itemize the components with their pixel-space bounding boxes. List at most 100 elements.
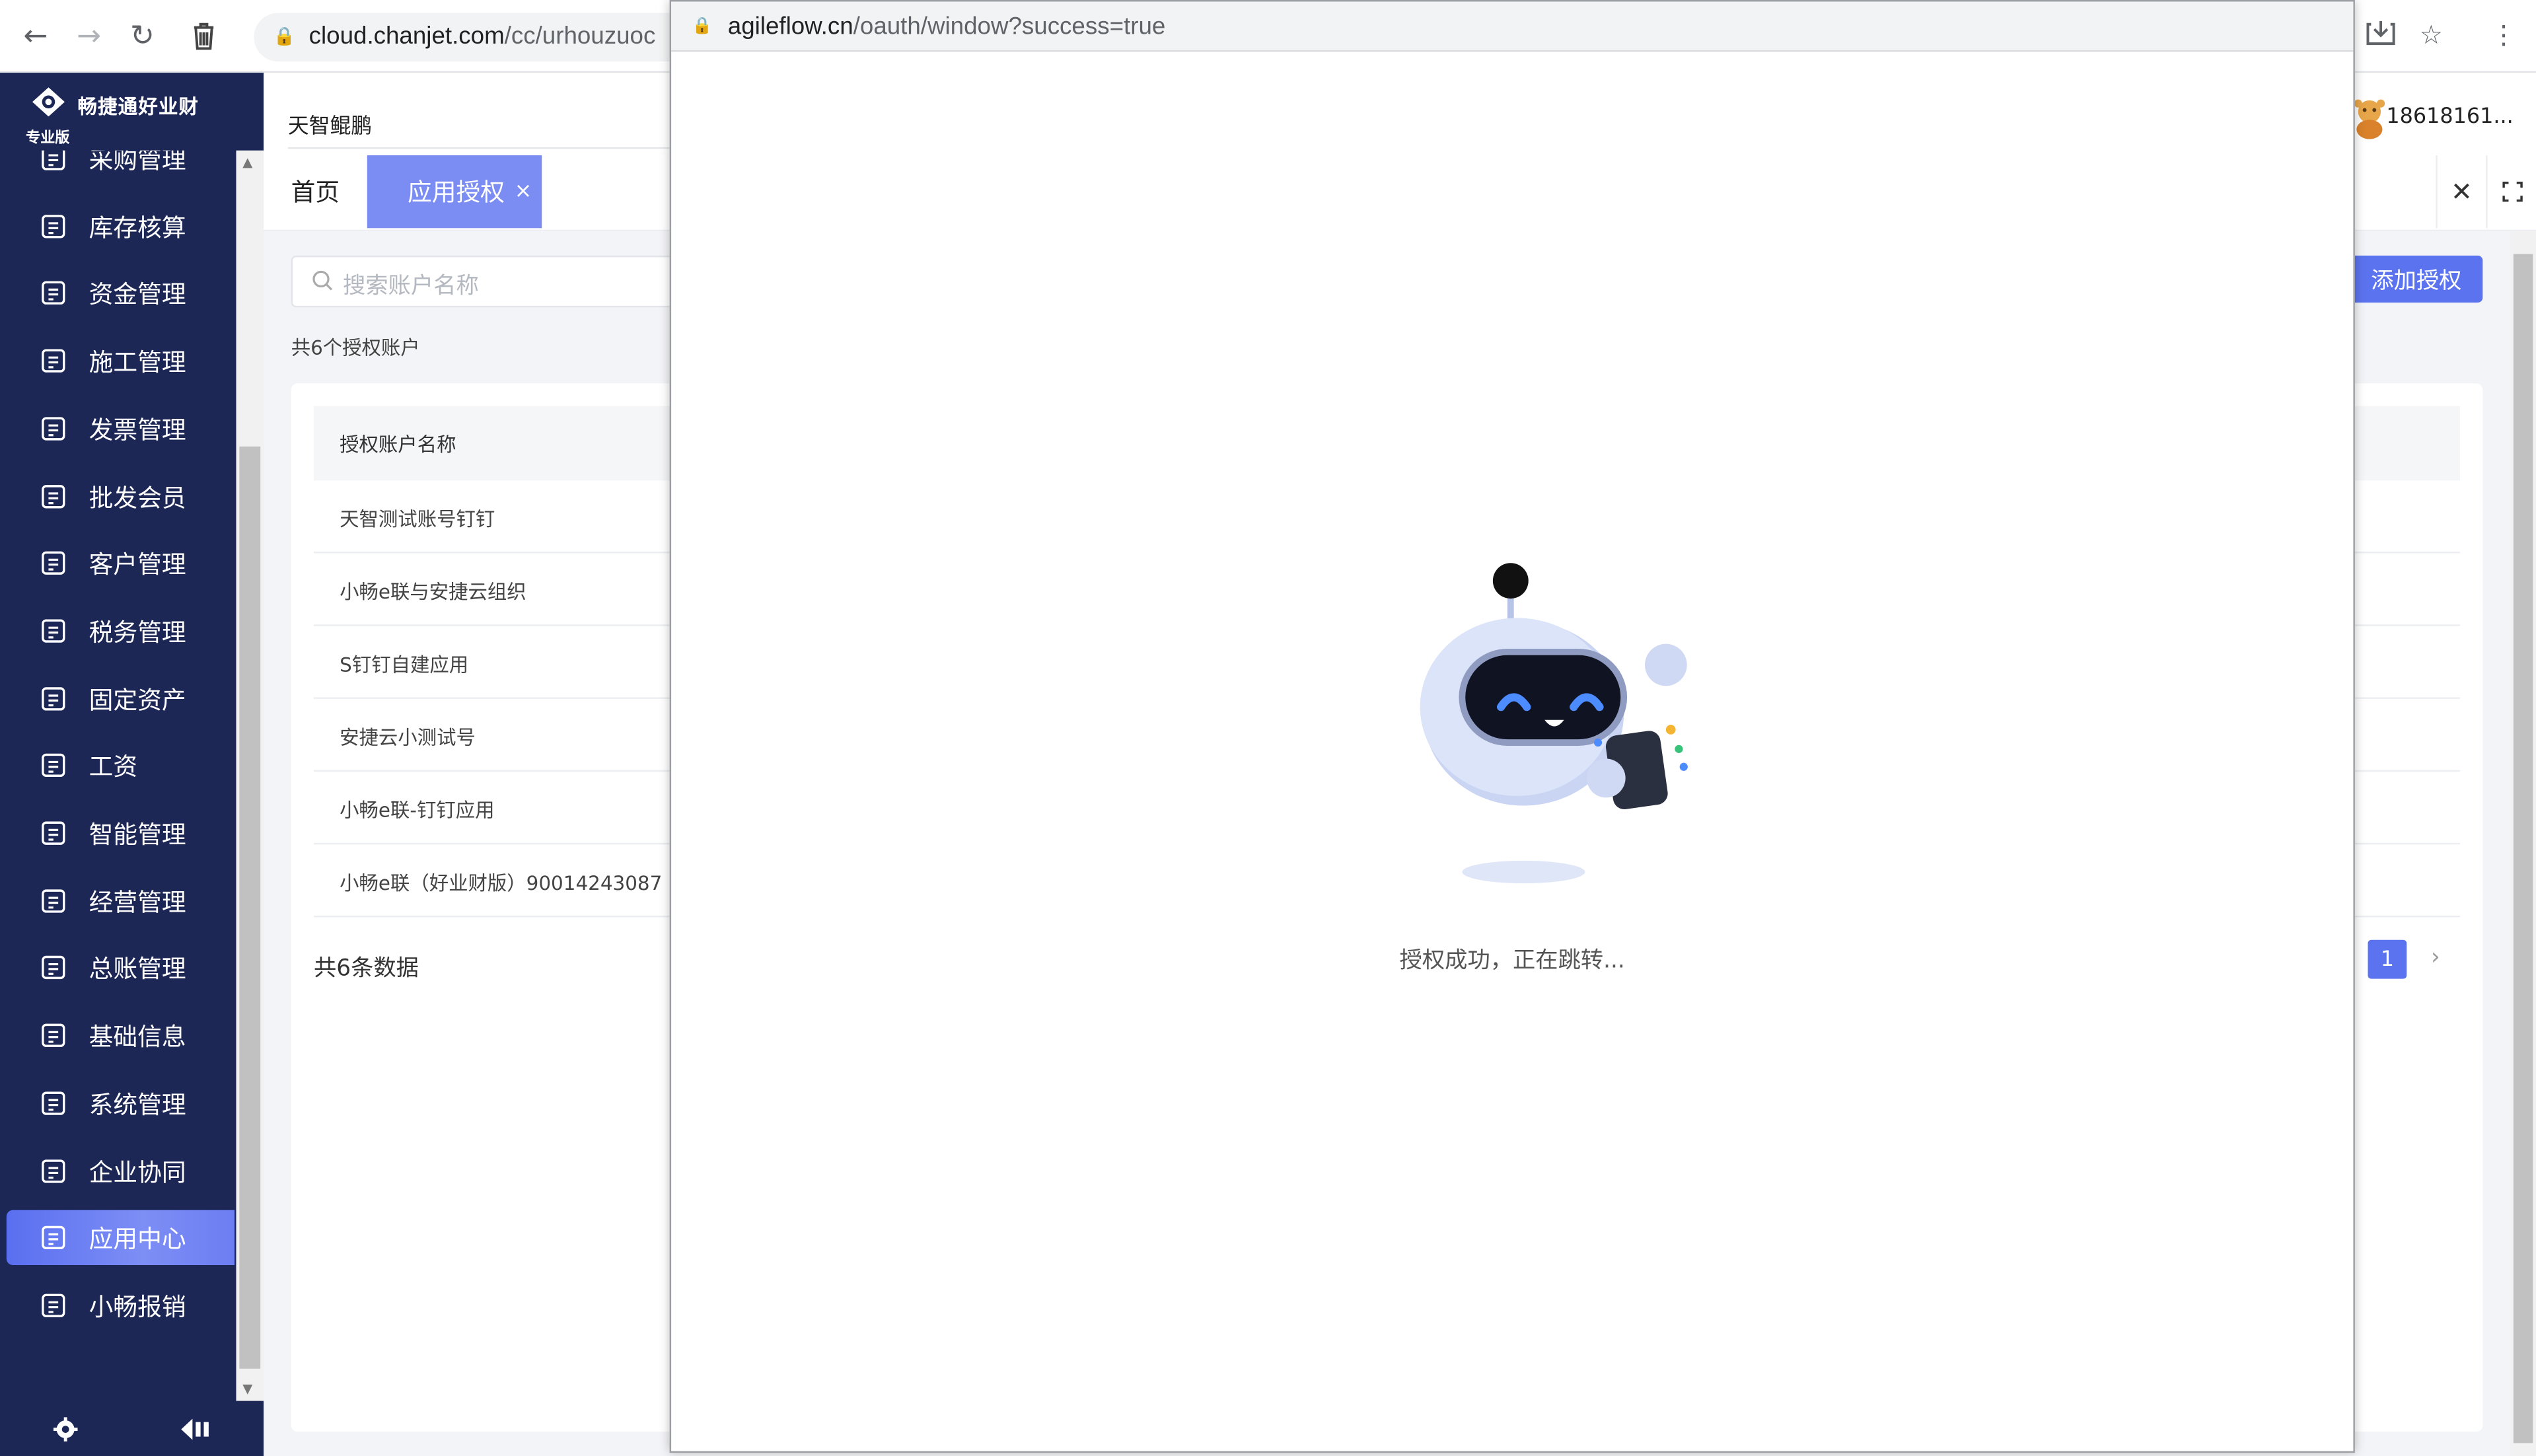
sidebar-item-clipboard[interactable]: 经营管理 <box>7 873 235 928</box>
brand: 畅捷通好业财 专业版 <box>0 73 264 151</box>
close-all-tabs-icon[interactable]: ✕ <box>2436 155 2486 229</box>
collapse-sidebar-icon[interactable] <box>181 1418 213 1440</box>
sidebar-item-label: 经营管理 <box>89 887 186 917</box>
bookmark-star-icon[interactable]: ☆ <box>2420 19 2443 50</box>
redirect-message: 授权成功，正在跳转... <box>1399 948 1625 974</box>
settings-gear-icon[interactable] <box>53 1417 78 1441</box>
page-scrollbar[interactable] <box>2510 231 2536 1456</box>
lock-icon: 🔒 <box>692 17 713 36</box>
user-avatar[interactable] <box>2352 97 2387 139</box>
lock-icon: 🔒 <box>273 26 296 48</box>
sidebar-item-salary[interactable]: 工资 <box>7 738 235 793</box>
tax-icon <box>42 619 65 643</box>
forward-icon[interactable]: → <box>71 18 107 54</box>
tab-app-authorization[interactable]: 应用授权 × <box>367 155 542 229</box>
sidebar-scroll-thumb[interactable] <box>239 446 261 1369</box>
sidebar-item-label: 资金管理 <box>89 280 186 310</box>
sidebar-item-app-center[interactable]: 应用中心 <box>6 1210 235 1266</box>
sidebar-scrollbar[interactable]: ▲ ▼ <box>236 150 264 1401</box>
sidebar-item-label: 批发会员 <box>89 482 186 513</box>
address-url: cloud.chanjet.com/cc/urhouzuoc <box>308 22 656 50</box>
robot-illustration-icon <box>1420 563 1688 884</box>
next-page-icon[interactable]: › <box>2431 945 2440 970</box>
sidebar-item-ledger[interactable]: 总账管理 <box>7 941 235 996</box>
tab-home[interactable]: 首页 <box>264 155 367 228</box>
page-scroll-thumb[interactable] <box>2513 254 2533 1443</box>
scroll-up-icon[interactable]: ▲ <box>242 155 252 170</box>
money-bag-icon <box>42 281 65 305</box>
sidebar-footer <box>0 1401 264 1456</box>
search-placeholder: 搜索账户名称 <box>343 273 479 300</box>
ledger-icon <box>42 956 65 980</box>
collab-icon <box>42 1159 65 1183</box>
sidebar-item-info-card[interactable]: 基础信息 <box>7 1008 235 1063</box>
popup-address-bar: 🔒 agileflow.cn/oauth/window?success=true <box>671 1 2354 52</box>
sidebar-item-label: 施工管理 <box>89 347 186 377</box>
reimburse-icon <box>42 1293 65 1317</box>
sidebar-item-invoice[interactable]: 发票管理 <box>7 401 235 456</box>
trash-icon[interactable] <box>186 18 222 54</box>
add-authorization-button[interactable]: 添加授权 <box>2350 255 2483 303</box>
account-name: 小畅e联与安捷云组织 <box>340 581 526 604</box>
sidebar: 畅捷通好业财 专业版 采购管理库存核算资金管理施工管理发票管理批发会员客户管理税… <box>0 73 264 1456</box>
sidebar-item-label: 智能管理 <box>89 820 186 850</box>
umbrella-icon <box>42 552 65 575</box>
column-header-account-name: 授权账户名称 <box>340 433 456 456</box>
sidebar-item-money-bag[interactable]: 资金管理 <box>7 266 235 321</box>
back-icon[interactable]: ← <box>18 18 54 54</box>
sidebar-item-reimburse[interactable]: 小畅报销 <box>7 1278 235 1332</box>
sidebar-item-warehouse[interactable]: 库存核算 <box>7 198 235 253</box>
fullscreen-icon[interactable] <box>2486 155 2536 229</box>
sidebar-item-building[interactable]: 固定资产 <box>7 671 235 725</box>
brand-logo-icon <box>32 87 65 117</box>
popup-url: agileflow.cn/oauth/window?success=true <box>727 13 1166 41</box>
sidebar-item-label: 小畅报销 <box>89 1292 186 1322</box>
sidebar-item-label: 固定资产 <box>89 685 186 715</box>
sidebar-item-label: 基础信息 <box>89 1022 186 1052</box>
sidebar-item-umbrella[interactable]: 客户管理 <box>7 536 235 591</box>
search-icon <box>312 270 333 291</box>
sidebar-item-label: 系统管理 <box>89 1090 186 1120</box>
menu-dots-icon[interactable]: ⋮ <box>2491 19 2517 50</box>
account-name: S钉钉自建应用 <box>340 653 469 676</box>
search-input[interactable]: 搜索账户名称 <box>291 255 712 308</box>
clipboard-icon <box>42 889 65 912</box>
sidebar-item-label: 采购管理 <box>89 150 186 175</box>
account-name: 安捷云小测试号 <box>340 726 476 749</box>
sidebar-item-label: 工资 <box>89 752 138 782</box>
sidebar-item-construction-doc[interactable]: 施工管理 <box>7 334 235 388</box>
screen: ← → ↻ 🔒 cloud.chanjet.com/cc/urhouzuoc ☆… <box>0 0 2536 1456</box>
sidebar-item-label: 企业协同 <box>89 1157 186 1187</box>
page-1-button[interactable]: 1 <box>2368 939 2407 979</box>
tab-close-icon[interactable]: × <box>515 180 532 204</box>
building-icon <box>42 686 65 710</box>
sidebar-item-purchase[interactable]: 采购管理 <box>7 150 235 186</box>
sidebar-menu: 采购管理库存核算资金管理施工管理发票管理批发会员客户管理税务管理固定资产工资智能… <box>0 150 236 1397</box>
reload-icon[interactable]: ↻ <box>125 18 161 54</box>
divider <box>287 147 676 149</box>
brand-edition: 专业版 <box>26 131 70 147</box>
tab-label: 应用授权 <box>407 178 505 207</box>
member-icon <box>42 484 65 508</box>
purchase-icon <box>42 150 65 170</box>
oauth-popup-window: 🔒 agileflow.cn/oauth/window?success=true… <box>669 0 2355 1453</box>
user-phone[interactable]: 18618161... <box>2386 105 2513 129</box>
sidebar-item-heart[interactable]: 智能管理 <box>7 806 235 861</box>
sidebar-item-member[interactable]: 批发会员 <box>7 468 235 523</box>
total-count: 共6条数据 <box>313 956 419 982</box>
sidebar-item-label: 应用中心 <box>89 1225 186 1255</box>
sidebar-item-tax[interactable]: 税务管理 <box>7 603 235 658</box>
account-count: 共6个授权账户 <box>291 336 420 359</box>
construction-doc-icon <box>42 349 65 373</box>
sidebar-item-system[interactable]: 系统管理 <box>7 1075 235 1130</box>
account-name: 小畅e联（好业财版）90014243087 <box>340 871 663 895</box>
sidebar-item-label: 发票管理 <box>89 415 186 445</box>
salary-icon <box>42 754 65 778</box>
scroll-down-icon[interactable]: ▼ <box>242 1381 252 1396</box>
sidebar-item-label: 税务管理 <box>89 618 186 647</box>
company-selector[interactable]: 天智鲲鹏 <box>288 108 372 139</box>
sidebar-item-collab[interactable]: 企业协同 <box>7 1143 235 1198</box>
address-bar[interactable]: 🔒 cloud.chanjet.com/cc/urhouzuoc <box>254 13 739 62</box>
brand-name: 畅捷通好业财 <box>77 95 199 118</box>
install-icon[interactable] <box>2366 19 2395 52</box>
